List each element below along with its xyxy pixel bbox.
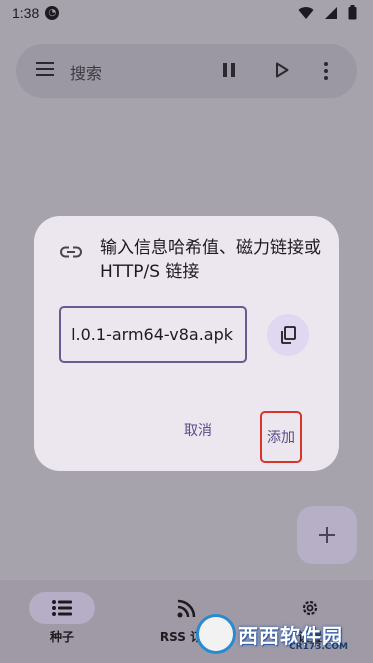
resume-all-icon[interactable] bbox=[275, 62, 289, 78]
nav-label-torrents: 种子 bbox=[49, 630, 74, 644]
watermark-logo: 西西软件园 CR173.COM bbox=[196, 614, 356, 654]
paste-button[interactable] bbox=[267, 314, 309, 356]
signal-icon bbox=[325, 6, 337, 19]
add-button-label: 添加 bbox=[267, 430, 295, 446]
link-input-field[interactable]: l.0.1-arm64-v8a.apk bbox=[59, 306, 247, 363]
link-input-value[interactable]: l.0.1-arm64-v8a.apk bbox=[71, 325, 233, 344]
watermark-icon bbox=[196, 614, 236, 654]
more-options-icon[interactable] bbox=[323, 61, 329, 81]
add-button[interactable]: 添加 bbox=[260, 411, 302, 463]
rss-icon bbox=[177, 599, 196, 618]
pause-all-icon[interactable] bbox=[222, 62, 236, 78]
list-icon bbox=[52, 600, 72, 616]
cancel-button[interactable]: 取消 bbox=[184, 420, 212, 440]
status-right-icons bbox=[298, 5, 357, 20]
search-input[interactable]: 搜索 bbox=[70, 60, 102, 84]
dialog-title: 输入信息哈希值、磁力链接或 HTTP/S 链接 bbox=[100, 238, 321, 282]
status-time: 1:38 bbox=[12, 5, 40, 21]
plus-icon bbox=[319, 527, 335, 543]
link-icon bbox=[60, 246, 82, 258]
nav-pill bbox=[29, 592, 95, 624]
status-bar: 1:38 ◔ bbox=[0, 0, 373, 26]
menu-icon[interactable] bbox=[36, 62, 54, 76]
nav-item-torrents[interactable]: 种子 bbox=[17, 592, 107, 645]
wifi-icon bbox=[298, 6, 314, 19]
add-fab[interactable] bbox=[297, 506, 357, 564]
search-bar[interactable]: 搜索 bbox=[16, 44, 357, 98]
paste-icon bbox=[281, 326, 296, 344]
notification-icon: ◔ bbox=[45, 6, 60, 20]
watermark-url: CR173.COM bbox=[289, 642, 348, 652]
add-torrent-dialog: 输入信息哈希值、磁力链接或 HTTP/S 链接 l.0.1-arm64-v8a.… bbox=[34, 216, 339, 471]
battery-icon bbox=[348, 5, 357, 20]
